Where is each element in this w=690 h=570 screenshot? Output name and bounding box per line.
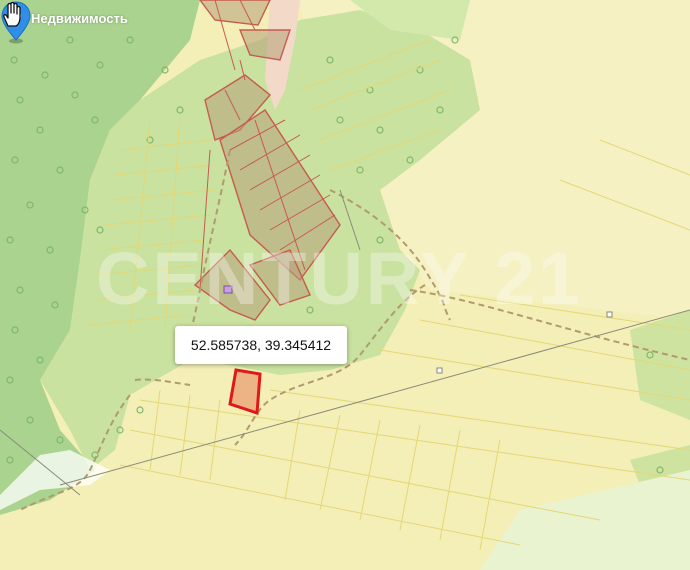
watermark: CENTURY 21 (96, 237, 583, 320)
coordinates-text: 52.585738, 39.345412 (190, 337, 332, 353)
brand-name: Недвижимость (31, 10, 128, 26)
map-canvas[interactable]: Я Недвижимость CENTURY 21 52.585738, 39.… (0, 0, 690, 570)
hand-cursor-icon (3, 1, 21, 27)
coordinates-popup: 52.585738, 39.345412 (175, 326, 347, 364)
selected-parcel[interactable] (228, 368, 262, 416)
